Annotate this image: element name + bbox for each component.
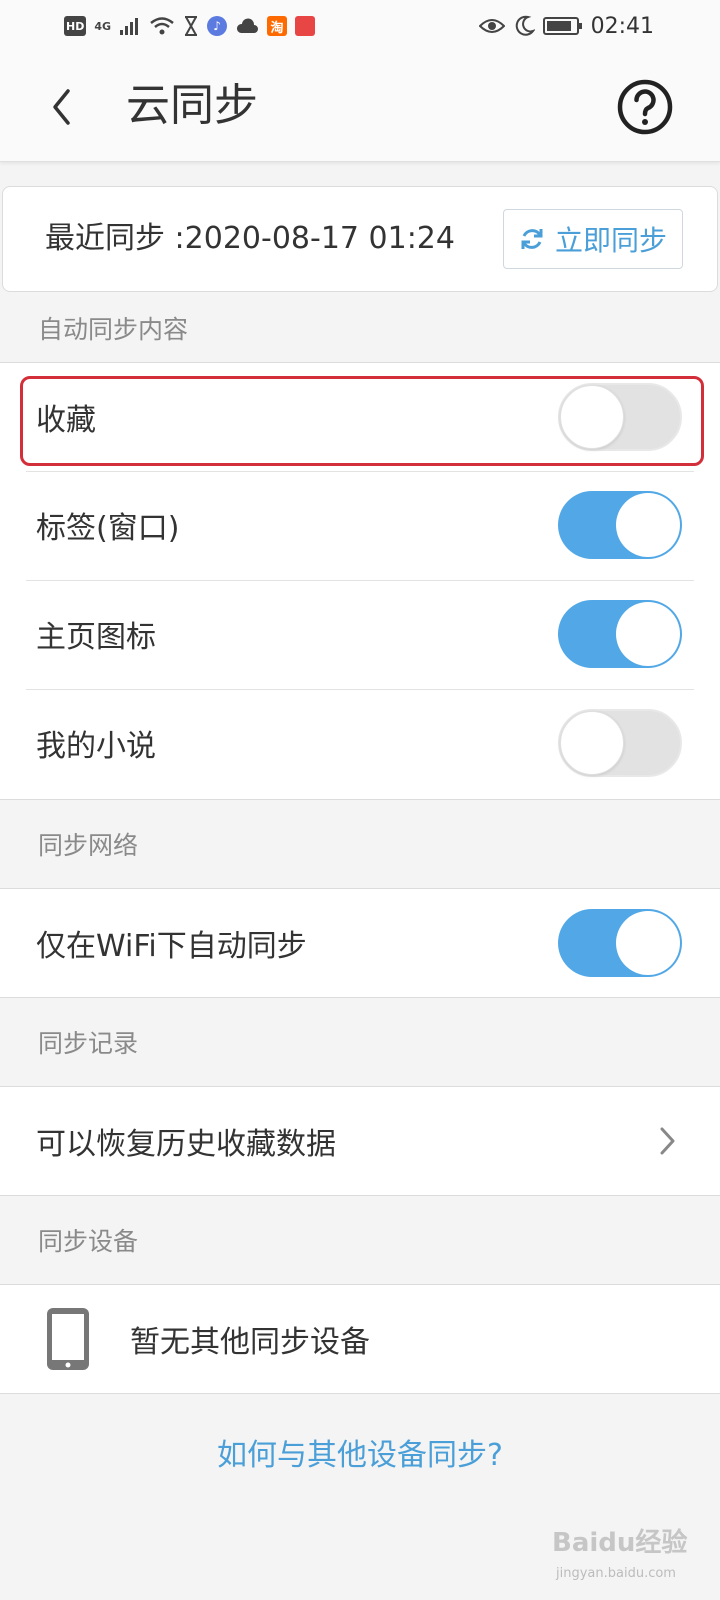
huawei-app-icon bbox=[295, 16, 316, 36]
signal-icon bbox=[120, 18, 139, 35]
back-button[interactable] bbox=[40, 80, 84, 134]
page-title: 云同步 bbox=[126, 80, 258, 131]
row-label: 标签(窗口) bbox=[36, 511, 180, 546]
section-header-network: 同步网络 bbox=[38, 831, 139, 860]
sync-now-label: 立即同步 bbox=[554, 224, 667, 257]
wifi-icon bbox=[150, 17, 174, 35]
wifi-only-toggle[interactable] bbox=[558, 909, 682, 977]
network-group: 仅在WiFi下自动同步 bbox=[0, 888, 720, 998]
no-devices-label: 暂无其他同步设备 bbox=[130, 1325, 370, 1360]
question-circle-icon bbox=[617, 79, 673, 135]
tabs-toggle[interactable] bbox=[558, 491, 682, 559]
status-bar-left: HD 4G ♪ 淘 bbox=[64, 16, 316, 36]
status-bar: HD 4G ♪ 淘 02:41 bbox=[0, 0, 720, 52]
phone-icon bbox=[47, 1308, 89, 1370]
records-group: 可以恢复历史收藏数据 bbox=[0, 1086, 720, 1196]
home-icons-toggle[interactable] bbox=[558, 600, 682, 668]
sync-status-card: 最近同步 :2020-08-17 01:24 立即同步 bbox=[2, 186, 718, 292]
row-label: 主页图标 bbox=[36, 620, 156, 655]
help-button[interactable] bbox=[616, 78, 674, 136]
cloud-icon bbox=[237, 18, 259, 33]
network-type: 4G bbox=[94, 19, 112, 33]
eye-icon bbox=[478, 19, 505, 33]
list-item-wifi-only[interactable]: 仅在WiFi下自动同步 bbox=[0, 889, 720, 997]
sync-now-button[interactable]: 立即同步 bbox=[503, 209, 683, 269]
devices-group: 暂无其他同步设备 bbox=[0, 1284, 720, 1394]
status-bar-right: 02:41 bbox=[478, 13, 654, 39]
music-icon: ♪ bbox=[207, 16, 228, 36]
list-item-restore-history[interactable]: 可以恢复历史收藏数据 bbox=[0, 1087, 720, 1195]
list-item-home-icons[interactable]: 主页图标 bbox=[0, 580, 720, 688]
chevron-left-icon bbox=[53, 89, 70, 125]
list-item-my-novels[interactable]: 我的小说 bbox=[0, 689, 720, 797]
row-label: 我的小说 bbox=[36, 729, 156, 764]
baidu-watermark-url: jingyan.baidu.com bbox=[556, 1566, 676, 1581]
baidu-watermark: Baidu经验 bbox=[552, 1528, 688, 1558]
last-sync-time: 最近同步 :2020-08-17 01:24 bbox=[45, 221, 455, 256]
chevron-right-icon bbox=[660, 1127, 675, 1155]
app-bar: 云同步 bbox=[0, 52, 720, 162]
refresh-icon bbox=[521, 229, 543, 249]
list-item-tabs[interactable]: 标签(窗口) bbox=[0, 471, 720, 579]
hd-icon: HD bbox=[64, 16, 87, 36]
section-header-records: 同步记录 bbox=[38, 1029, 139, 1058]
row-label: 仅在WiFi下自动同步 bbox=[36, 929, 307, 964]
row-label: 可以恢复历史收藏数据 bbox=[36, 1127, 336, 1162]
list-item-no-devices: 暂无其他同步设备 bbox=[0, 1285, 720, 1393]
clock: 02:41 bbox=[590, 13, 654, 39]
hourglass-icon bbox=[185, 16, 198, 36]
section-header-devices: 同步设备 bbox=[38, 1227, 139, 1256]
section-header-auto-sync: 自动同步内容 bbox=[38, 315, 189, 344]
highlight-annotation bbox=[20, 376, 704, 466]
moon-icon bbox=[515, 15, 535, 36]
battery-icon bbox=[542, 17, 582, 35]
taobao-icon: 淘 bbox=[267, 16, 288, 36]
sync-help-link[interactable]: 如何与其他设备同步? bbox=[0, 1430, 720, 1474]
my-novels-toggle[interactable] bbox=[558, 709, 682, 777]
